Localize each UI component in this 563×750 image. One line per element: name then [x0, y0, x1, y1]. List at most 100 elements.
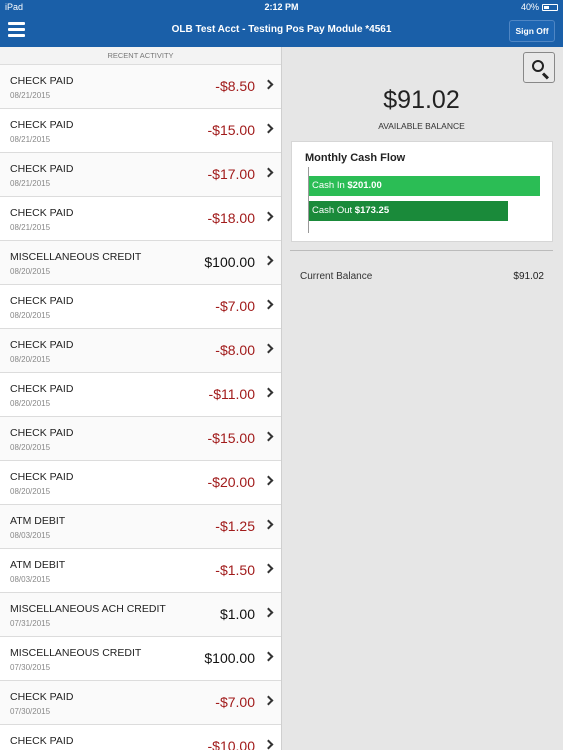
transaction-description: CHECK PAID — [10, 427, 74, 439]
chevron-right-icon — [263, 431, 274, 442]
transaction-amount: $100.00 — [204, 650, 255, 666]
chevron-right-icon — [263, 563, 274, 574]
chevron-right-icon — [263, 695, 274, 706]
chevron-right-icon — [263, 739, 274, 750]
transaction-amount: -$15.00 — [207, 430, 255, 446]
transaction-description: CHECK PAID — [10, 119, 74, 131]
sign-off-button[interactable]: Sign Off — [509, 20, 555, 42]
chevron-right-icon — [263, 607, 274, 618]
chevron-right-icon — [263, 519, 274, 530]
list-item[interactable]: CHECK PAID 08/20/2015 -$7.00 — [0, 285, 281, 329]
bar-category-label: Cash In — [312, 180, 345, 191]
transaction-amount: -$15.00 — [207, 122, 255, 138]
transaction-description: CHECK PAID — [10, 75, 74, 87]
battery-icon — [542, 3, 558, 11]
transaction-date: 08/20/2015 — [10, 267, 51, 276]
chevron-right-icon — [263, 255, 274, 266]
transaction-description: CHECK PAID — [10, 691, 74, 703]
transaction-description: MISCELLANEOUS ACH CREDIT — [10, 603, 166, 615]
divider — [290, 250, 553, 251]
current-balance-label: Current Balance — [300, 271, 373, 282]
transaction-description: CHECK PAID — [10, 163, 74, 175]
transaction-date: 08/20/2015 — [10, 443, 51, 452]
list-item[interactable]: ATM DEBIT 08/03/2015 -$1.25 — [0, 505, 281, 549]
list-item[interactable]: CHECK PAID 08/20/2015 -$11.00 — [0, 373, 281, 417]
transaction-amount: -$11.00 — [208, 386, 255, 402]
transaction-description: CHECK PAID — [10, 339, 74, 351]
transaction-date: 07/31/2015 — [10, 619, 51, 628]
account-title: OLB Test Acct - Testing Pos Pay Module *… — [171, 24, 392, 35]
bar-value-label: $173.25 — [354, 205, 390, 216]
recent-activity-list[interactable]: RECENT ACTIVITY CHECK PAID 08/21/2015 -$8.… — [0, 47, 282, 750]
transaction-date: 08/20/2015 — [10, 487, 51, 496]
list-item[interactable]: CHECK PAID -$10.00 — [0, 725, 281, 750]
transaction-description: CHECK PAID — [10, 471, 74, 483]
transaction-date: 08/20/2015 — [10, 355, 51, 364]
transaction-date: 08/21/2015 — [10, 91, 51, 100]
transaction-description: MISCELLANEOUS CREDIT — [10, 251, 142, 263]
chevron-right-icon — [263, 651, 274, 662]
transaction-amount: -$8.00 — [215, 342, 255, 358]
transaction-description: MISCELLANEOUS CREDIT — [10, 647, 142, 659]
status-bar: iPad 2:12 PM 40% — [0, 0, 563, 15]
transaction-description: CHECK PAID — [10, 295, 74, 307]
battery-status: 40% — [521, 2, 558, 12]
list-item[interactable]: CHECK PAID 08/20/2015 -$8.00 — [0, 329, 281, 373]
transaction-amount: -$1.50 — [215, 562, 255, 578]
search-icon — [532, 60, 544, 72]
monthly-cash-flow-chart: Monthly Cash Flow Cash In $201.00 Cash Ou… — [291, 141, 553, 242]
transaction-description: ATM DEBIT — [10, 515, 66, 527]
chevron-right-icon — [263, 123, 274, 134]
list-item[interactable]: MISCELLANEOUS ACH CREDIT 07/31/2015 $1.00 — [0, 593, 281, 637]
transaction-description: CHECK PAID — [10, 207, 74, 219]
chevron-right-icon — [263, 475, 274, 486]
list-item[interactable]: CHECK PAID 07/30/2015 -$7.00 — [0, 681, 281, 725]
transaction-amount: -$8.50 — [215, 78, 255, 94]
chevron-right-icon — [263, 299, 274, 310]
chevron-right-icon — [263, 387, 274, 398]
transaction-amount: $1.00 — [219, 606, 255, 622]
transaction-amount: -$7.00 — [215, 694, 255, 710]
cash-in-bar: Cash In $201.00 — [309, 176, 540, 196]
available-balance-label: AVAILABLE BALANCE — [378, 121, 465, 131]
transaction-date: 08/20/2015 — [10, 399, 51, 408]
battery-percent: 40% — [520, 2, 539, 12]
transaction-date: 08/03/2015 — [10, 531, 51, 540]
list-item[interactable]: MISCELLANEOUS CREDIT 08/20/2015 $100.00 — [0, 241, 281, 285]
chevron-right-icon — [263, 167, 274, 178]
available-balance-amount: $91.02 — [383, 86, 460, 114]
transaction-date: 08/20/2015 — [10, 311, 51, 320]
recent-activity-header: RECENT ACTIVITY — [0, 47, 281, 65]
bar-value-label: $201.00 — [347, 180, 382, 191]
transaction-date: 07/30/2015 — [10, 663, 51, 672]
transaction-amount: -$17.00 — [207, 166, 255, 182]
chevron-right-icon — [263, 343, 274, 354]
list-item[interactable]: CHECK PAID 08/20/2015 -$20.00 — [0, 461, 281, 505]
transaction-date: 08/21/2015 — [10, 223, 51, 232]
chevron-right-icon — [263, 79, 274, 90]
list-item[interactable]: CHECK PAID 08/21/2015 -$18.00 — [0, 197, 281, 241]
cash-out-bar: Cash Out $173.25 — [309, 201, 508, 221]
list-item[interactable]: ATM DEBIT 08/03/2015 -$1.50 — [0, 549, 281, 593]
transaction-description: ATM DEBIT — [10, 559, 66, 571]
transaction-description: CHECK PAID — [10, 383, 74, 395]
transaction-amount: -$7.00 — [215, 298, 255, 314]
app-header: OLB Test Acct - Testing Pos Pay Module *… — [0, 15, 563, 47]
status-time: 2:12 PM — [264, 2, 299, 12]
list-item[interactable]: CHECK PAID 08/21/2015 -$8.50 — [0, 65, 281, 109]
transaction-date: 08/03/2015 — [10, 575, 51, 584]
transaction-description: CHECK PAID — [10, 735, 74, 747]
transaction-amount: -$10.00 — [207, 738, 255, 750]
chevron-right-icon — [263, 211, 274, 222]
search-button[interactable] — [523, 52, 555, 83]
transaction-date: 07/30/2015 — [10, 707, 51, 716]
bar-category-label: Cash Out — [312, 205, 353, 216]
transaction-amount: -$1.25 — [215, 518, 255, 534]
list-item[interactable]: CHECK PAID 08/20/2015 -$15.00 — [0, 417, 281, 461]
list-item[interactable]: CHECK PAID 08/21/2015 -$17.00 — [0, 153, 281, 197]
transaction-amount: -$20.00 — [207, 474, 255, 490]
transaction-date: 08/21/2015 — [10, 135, 51, 144]
list-item[interactable]: MISCELLANEOUS CREDIT 07/30/2015 $100.00 — [0, 637, 281, 681]
transaction-date: 08/21/2015 — [10, 179, 51, 188]
list-item[interactable]: CHECK PAID 08/21/2015 -$15.00 — [0, 109, 281, 153]
